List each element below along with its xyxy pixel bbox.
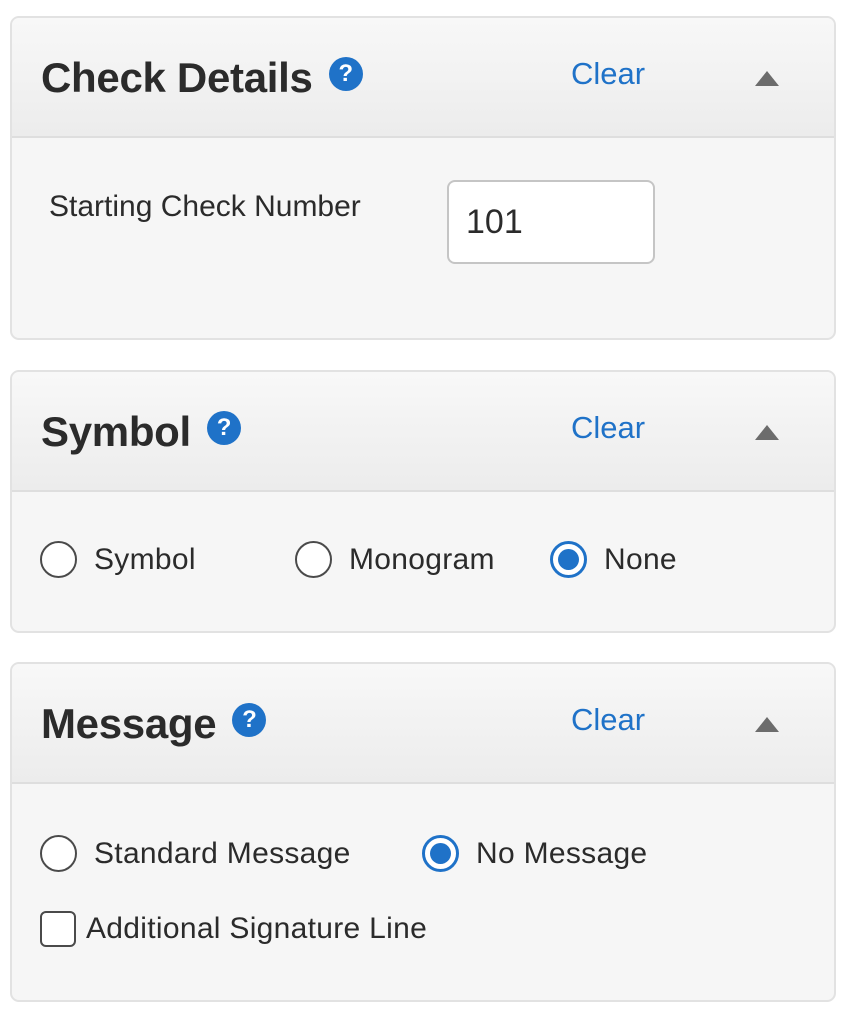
collapse-arrow-icon[interactable] <box>755 425 779 440</box>
symbol-radio-symbol[interactable] <box>40 541 77 578</box>
no-message-label: No Message <box>476 836 648 870</box>
message-radio-none[interactable] <box>422 835 459 872</box>
check-details-panel: Check Details ? Clear Starting Check Num… <box>10 16 836 340</box>
additional-signature-line-checkbox[interactable] <box>40 911 76 947</box>
symbol-option-monogram[interactable]: Monogram <box>295 541 495 578</box>
symbol-title: Symbol ? <box>41 408 241 456</box>
standard-message-label: Standard Message <box>94 836 351 870</box>
symbol-radio-none[interactable] <box>550 541 587 578</box>
symbol-option-none[interactable]: None <box>550 541 677 578</box>
check-details-header: Check Details ? Clear <box>12 18 834 138</box>
message-radio-standard[interactable] <box>40 835 77 872</box>
symbol-radio-monogram[interactable] <box>295 541 332 578</box>
message-clear-link[interactable]: Clear <box>571 702 645 738</box>
message-option-standard[interactable]: Standard Message <box>40 835 351 872</box>
message-option-none[interactable]: No Message <box>422 835 647 872</box>
collapse-arrow-icon[interactable] <box>755 717 779 732</box>
additional-signature-line-option[interactable]: Additional Signature Line <box>40 911 427 947</box>
help-icon[interactable]: ? <box>232 703 267 737</box>
additional-signature-line-label: Additional Signature Line <box>86 912 428 945</box>
message-panel: Message ? Clear Standard Message No Mess… <box>10 662 836 1002</box>
symbol-header: Symbol ? Clear <box>12 372 834 492</box>
none-option-label: None <box>604 542 677 576</box>
symbol-option-symbol[interactable]: Symbol <box>40 541 196 578</box>
help-icon[interactable]: ? <box>328 57 363 91</box>
check-details-clear-link[interactable]: Clear <box>571 56 645 92</box>
message-title: Message ? <box>41 700 267 748</box>
starting-check-number-label: Starting Check Number <box>49 190 361 223</box>
symbol-clear-link[interactable]: Clear <box>571 410 645 446</box>
symbol-panel: Symbol ? Clear Symbol Monogram None <box>10 370 836 633</box>
check-details-title: Check Details ? <box>41 54 363 102</box>
message-header: Message ? Clear <box>12 664 834 784</box>
monogram-option-label: Monogram <box>349 542 495 576</box>
starting-check-number-input[interactable] <box>447 180 655 264</box>
collapse-arrow-icon[interactable] <box>755 71 779 86</box>
help-icon[interactable]: ? <box>206 411 241 445</box>
symbol-option-label: Symbol <box>94 542 196 576</box>
